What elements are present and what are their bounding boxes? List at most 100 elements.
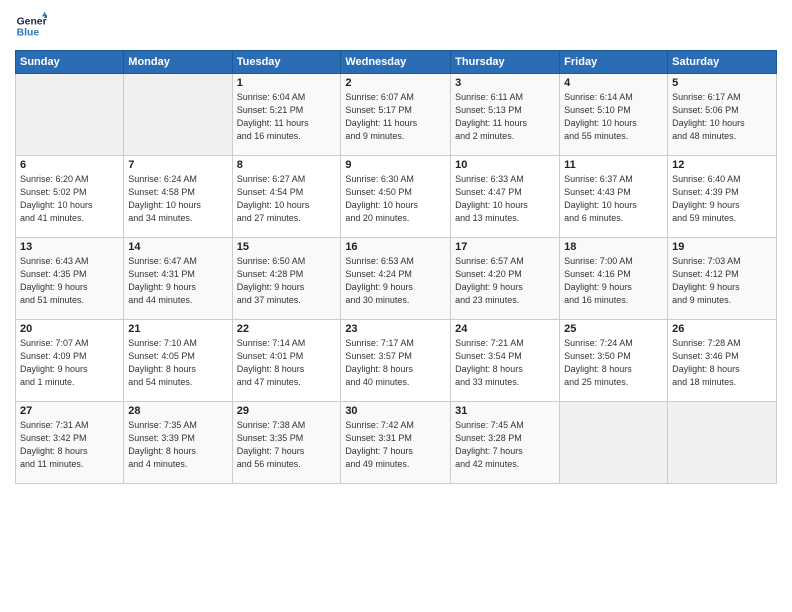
day-number: 1 — [237, 77, 337, 89]
calendar-cell: 19 Sunrise: 7:03 AM Sunset: 4:12 PM Dayli… — [668, 238, 777, 320]
day-number: 23 — [345, 323, 446, 335]
day-number: 17 — [455, 241, 555, 253]
day-header-monday: Monday — [124, 51, 232, 74]
day-info: Sunrise: 7:31 AM Sunset: 3:42 PM Dayligh… — [20, 419, 119, 471]
header: General Blue — [15, 10, 777, 42]
day-info: Sunrise: 6:14 AM Sunset: 5:10 PM Dayligh… — [564, 91, 663, 143]
day-number: 12 — [672, 159, 772, 171]
calendar-cell: 20 Sunrise: 7:07 AM Sunset: 4:09 PM Dayli… — [16, 320, 124, 402]
calendar-cell: 27Sunrise: 7:31 AM Sunset: 3:42 PM Dayli… — [16, 402, 124, 484]
calendar-cell: 13Sunrise: 6:43 AM Sunset: 4:35 PM Dayli… — [16, 238, 124, 320]
day-header-tuesday: Tuesday — [232, 51, 341, 74]
calendar-cell: 8 Sunrise: 6:27 AM Sunset: 4:54 PM Daylig… — [232, 156, 341, 238]
calendar-cell: 12 Sunrise: 6:40 AM Sunset: 4:39 PM Dayli… — [668, 156, 777, 238]
calendar-cell: 1 Sunrise: 6:04 AM Sunset: 5:21 PM Daylig… — [232, 74, 341, 156]
day-number: 8 — [237, 159, 337, 171]
day-number: 24 — [455, 323, 555, 335]
day-header-thursday: Thursday — [451, 51, 560, 74]
day-number: 20 — [20, 323, 119, 335]
day-number: 31 — [455, 405, 555, 417]
calendar-cell: 26 Sunrise: 7:28 AM Sunset: 3:46 PM Dayli… — [668, 320, 777, 402]
calendar-cell: 14 Sunrise: 6:47 AM Sunset: 4:31 PM Dayli… — [124, 238, 232, 320]
calendar-cell: 30 Sunrise: 7:42 AM Sunset: 3:31 PM Dayli… — [341, 402, 451, 484]
day-header-wednesday: Wednesday — [341, 51, 451, 74]
day-info: Sunrise: 6:27 AM Sunset: 4:54 PM Dayligh… — [237, 173, 337, 225]
week-row-2: 13Sunrise: 6:43 AM Sunset: 4:35 PM Dayli… — [16, 238, 777, 320]
day-info: Sunrise: 6:17 AM Sunset: 5:06 PM Dayligh… — [672, 91, 772, 143]
day-info: Sunrise: 6:37 AM Sunset: 4:43 PM Dayligh… — [564, 173, 663, 225]
calendar-cell: 17 Sunrise: 6:57 AM Sunset: 4:20 PM Dayli… — [451, 238, 560, 320]
calendar-cell: 2Sunrise: 6:07 AM Sunset: 5:17 PM Daylig… — [341, 74, 451, 156]
logo-icon: General Blue — [15, 10, 47, 42]
calendar-cell: 10 Sunrise: 6:33 AM Sunset: 4:47 PM Dayli… — [451, 156, 560, 238]
day-info: Sunrise: 6:33 AM Sunset: 4:47 PM Dayligh… — [455, 173, 555, 225]
day-number: 26 — [672, 323, 772, 335]
day-number: 22 — [237, 323, 337, 335]
day-info: Sunrise: 6:57 AM Sunset: 4:20 PM Dayligh… — [455, 255, 555, 307]
calendar-cell: 5 Sunrise: 6:17 AM Sunset: 5:06 PM Daylig… — [668, 74, 777, 156]
day-number: 30 — [345, 405, 446, 417]
day-info: Sunrise: 6:50 AM Sunset: 4:28 PM Dayligh… — [237, 255, 337, 307]
day-info: Sunrise: 7:35 AM Sunset: 3:39 PM Dayligh… — [128, 419, 227, 471]
week-row-1: 6Sunrise: 6:20 AM Sunset: 5:02 PM Daylig… — [16, 156, 777, 238]
day-info: Sunrise: 6:04 AM Sunset: 5:21 PM Dayligh… — [237, 91, 337, 143]
page: General Blue SundayMondayTuesdayWednesda… — [0, 0, 792, 612]
day-header-sunday: Sunday — [16, 51, 124, 74]
calendar-cell: 15 Sunrise: 6:50 AM Sunset: 4:28 PM Dayli… — [232, 238, 341, 320]
calendar-cell: 25 Sunrise: 7:24 AM Sunset: 3:50 PM Dayli… — [560, 320, 668, 402]
day-info: Sunrise: 7:45 AM Sunset: 3:28 PM Dayligh… — [455, 419, 555, 471]
day-number: 15 — [237, 241, 337, 253]
day-number: 9 — [345, 159, 446, 171]
calendar-cell: 16Sunrise: 6:53 AM Sunset: 4:24 PM Dayli… — [341, 238, 451, 320]
day-info: Sunrise: 7:03 AM Sunset: 4:12 PM Dayligh… — [672, 255, 772, 307]
day-info: Sunrise: 7:24 AM Sunset: 3:50 PM Dayligh… — [564, 337, 663, 389]
day-number: 19 — [672, 241, 772, 253]
day-header-saturday: Saturday — [668, 51, 777, 74]
svg-text:General: General — [17, 16, 47, 27]
day-info: Sunrise: 6:11 AM Sunset: 5:13 PM Dayligh… — [455, 91, 555, 143]
calendar-cell: 29Sunrise: 7:38 AM Sunset: 3:35 PM Dayli… — [232, 402, 341, 484]
week-row-3: 20 Sunrise: 7:07 AM Sunset: 4:09 PM Dayli… — [16, 320, 777, 402]
calendar-cell: 7 Sunrise: 6:24 AM Sunset: 4:58 PM Daylig… — [124, 156, 232, 238]
calendar-table: SundayMondayTuesdayWednesdayThursdayFrid… — [15, 50, 777, 484]
calendar-cell: 23 Sunrise: 7:17 AM Sunset: 3:57 PM Dayli… — [341, 320, 451, 402]
day-number: 11 — [564, 159, 663, 171]
day-number: 25 — [564, 323, 663, 335]
calendar-cell: 24 Sunrise: 7:21 AM Sunset: 3:54 PM Dayli… — [451, 320, 560, 402]
day-number: 28 — [128, 405, 227, 417]
week-row-4: 27Sunrise: 7:31 AM Sunset: 3:42 PM Dayli… — [16, 402, 777, 484]
day-info: Sunrise: 7:28 AM Sunset: 3:46 PM Dayligh… — [672, 337, 772, 389]
calendar-cell — [16, 74, 124, 156]
calendar-cell: 11 Sunrise: 6:37 AM Sunset: 4:43 PM Dayli… — [560, 156, 668, 238]
day-number: 5 — [672, 77, 772, 89]
calendar-cell — [668, 402, 777, 484]
day-info: Sunrise: 7:42 AM Sunset: 3:31 PM Dayligh… — [345, 419, 446, 471]
day-number: 18 — [564, 241, 663, 253]
day-number: 29 — [237, 405, 337, 417]
svg-text:Blue: Blue — [17, 28, 40, 39]
day-info: Sunrise: 6:20 AM Sunset: 5:02 PM Dayligh… — [20, 173, 119, 225]
day-number: 14 — [128, 241, 227, 253]
calendar-cell: 21 Sunrise: 7:10 AM Sunset: 4:05 PM Dayli… — [124, 320, 232, 402]
logo: General Blue — [15, 10, 47, 42]
day-info: Sunrise: 6:43 AM Sunset: 4:35 PM Dayligh… — [20, 255, 119, 307]
day-number: 7 — [128, 159, 227, 171]
calendar-cell: 3 Sunrise: 6:11 AM Sunset: 5:13 PM Daylig… — [451, 74, 560, 156]
day-info: Sunrise: 7:17 AM Sunset: 3:57 PM Dayligh… — [345, 337, 446, 389]
calendar-cell: 4Sunrise: 6:14 AM Sunset: 5:10 PM Daylig… — [560, 74, 668, 156]
week-row-0: 1 Sunrise: 6:04 AM Sunset: 5:21 PM Daylig… — [16, 74, 777, 156]
day-header-row: SundayMondayTuesdayWednesdayThursdayFrid… — [16, 51, 777, 74]
calendar-cell: 28 Sunrise: 7:35 AM Sunset: 3:39 PM Dayli… — [124, 402, 232, 484]
day-info: Sunrise: 7:07 AM Sunset: 4:09 PM Dayligh… — [20, 337, 119, 389]
day-info: Sunrise: 7:10 AM Sunset: 4:05 PM Dayligh… — [128, 337, 227, 389]
day-number: 3 — [455, 77, 555, 89]
calendar-cell: 22Sunrise: 7:14 AM Sunset: 4:01 PM Dayli… — [232, 320, 341, 402]
day-info: Sunrise: 7:21 AM Sunset: 3:54 PM Dayligh… — [455, 337, 555, 389]
day-info: Sunrise: 6:40 AM Sunset: 4:39 PM Dayligh… — [672, 173, 772, 225]
day-info: Sunrise: 6:24 AM Sunset: 4:58 PM Dayligh… — [128, 173, 227, 225]
calendar-cell: 18Sunrise: 7:00 AM Sunset: 4:16 PM Dayli… — [560, 238, 668, 320]
day-number: 21 — [128, 323, 227, 335]
day-number: 10 — [455, 159, 555, 171]
day-header-friday: Friday — [560, 51, 668, 74]
day-info: Sunrise: 6:47 AM Sunset: 4:31 PM Dayligh… — [128, 255, 227, 307]
